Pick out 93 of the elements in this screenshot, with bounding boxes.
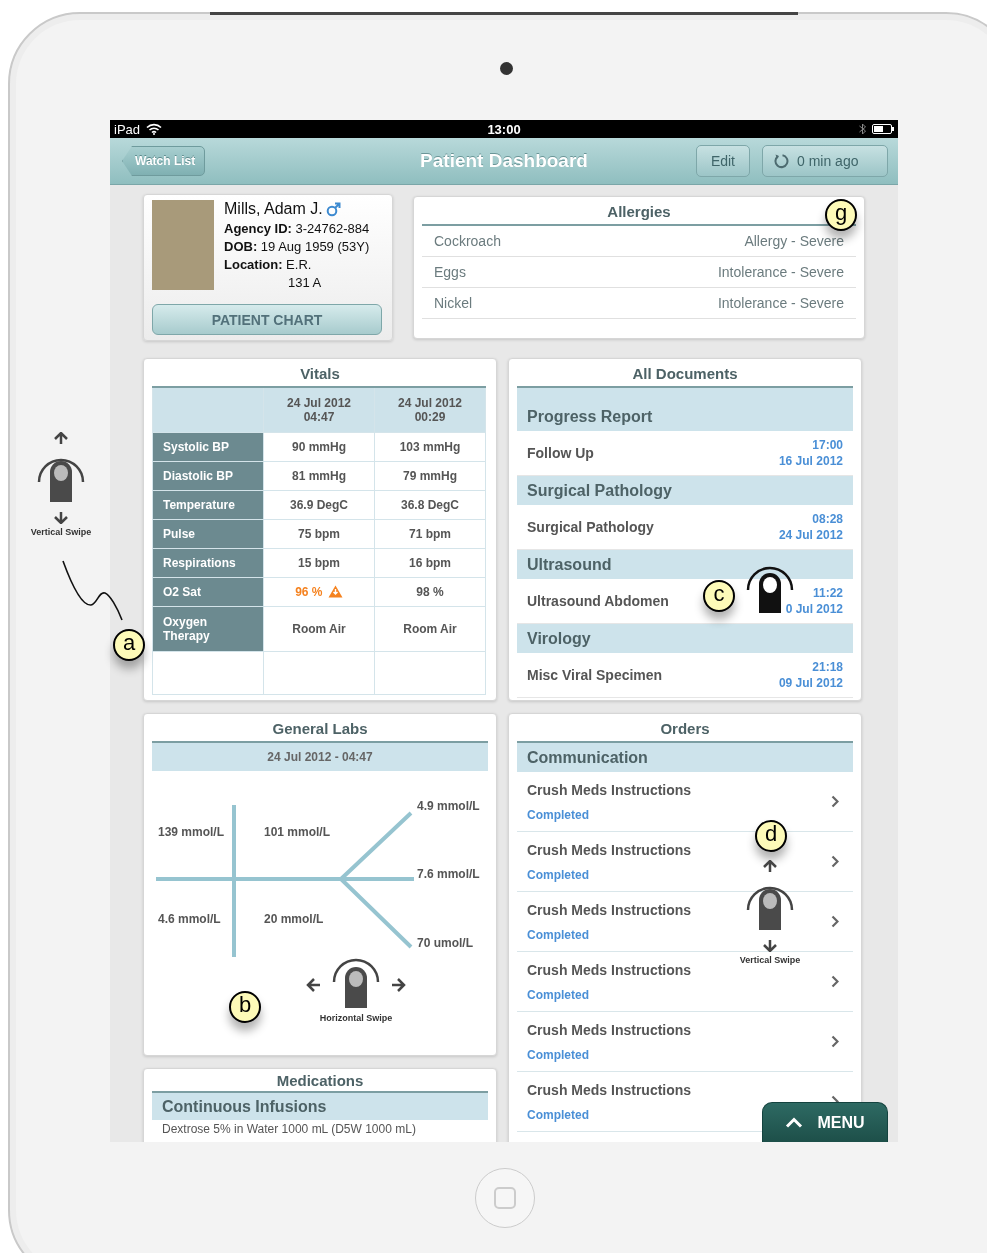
chevron-right-icon[interactable]: [831, 1035, 839, 1048]
allergy-reaction: Allergy - Severe: [744, 233, 844, 249]
row-header: Diastolic BP: [152, 461, 264, 491]
gesture-label: Vertical Swipe: [739, 955, 801, 965]
lab-value: 139 mmol/L: [158, 825, 225, 839]
device-name: iPad: [114, 121, 141, 137]
table-cell: Room Air: [263, 606, 375, 652]
section-header: Surgical Pathology: [517, 476, 853, 505]
order-status: Completed: [527, 1107, 590, 1122]
allergy-reaction: Intolerance - Severe: [717, 264, 844, 280]
order-name[interactable]: Crush Meds Instructions: [527, 901, 692, 918]
lab-value: 7.6 mmol/L: [417, 867, 480, 881]
caret-up-icon: [785, 1117, 804, 1128]
menu-button[interactable]: MENU: [762, 1102, 888, 1142]
chevron-right-icon[interactable]: [831, 855, 839, 868]
table-cell: Room Air: [374, 606, 486, 652]
table-cell: 81 mmHg: [263, 461, 375, 491]
table-cell: 96 %: [263, 577, 375, 607]
lab-value: 20 mmol/L: [264, 912, 324, 926]
lab-date: 24 Jul 2012 - 04:47: [152, 741, 488, 771]
order-status: Completed: [527, 807, 590, 822]
gesture-label: Horizontal Swipe: [319, 1013, 393, 1023]
order-name[interactable]: Crush Meds Instructions: [527, 781, 692, 798]
order-status: Completed: [527, 1047, 590, 1062]
table-cell: 36.9 DegC: [263, 490, 375, 520]
section-header: Communication: [517, 741, 853, 772]
order-name[interactable]: Crush Meds Instructions: [527, 961, 692, 978]
patient-name: Mills, Adam J.: [224, 200, 323, 218]
screen-title: Patient Dashboard: [420, 150, 588, 172]
card-title: Vitals: [300, 364, 340, 384]
document-item[interactable]: Misc Viral Specimen 21:18 09 Jul 2012: [517, 653, 853, 698]
order-status: Completed: [527, 987, 590, 1002]
chevron-right-icon[interactable]: [831, 915, 839, 928]
patient-detail: DOB: 19 Aug 1959 (53Y): [224, 238, 370, 256]
lab-value: 4.9 mmol/L: [417, 799, 480, 813]
column-header: 24 Jul 2012 04:47: [263, 387, 375, 433]
row-header: Pulse: [152, 519, 264, 549]
warning-icon: [327, 585, 343, 598]
camera-dot: [500, 62, 513, 75]
allergy-reaction: Intolerance - Severe: [717, 295, 844, 311]
leader-line: [62, 560, 124, 622]
medication-item[interactable]: Dextrose 5% in Water 1000 mL (D5W 1000 mL): [152, 1120, 488, 1138]
section-header: Ultrasound: [517, 550, 853, 579]
finger-tap-drawing: [745, 566, 795, 614]
allergen: Nickel: [434, 295, 473, 311]
order-name[interactable]: Crush Meds Instructions: [527, 1021, 692, 1038]
patient-detail: Location: E.R.: [224, 256, 313, 274]
status-time: 13:00: [487, 121, 521, 137]
row-header: Respirations: [152, 548, 264, 578]
lab-value: 4.6 mmol/L: [158, 912, 221, 926]
order-name[interactable]: Crush Meds Instructions: [527, 841, 692, 858]
card-title: Allergies: [607, 202, 671, 222]
allergen: Eggs: [434, 264, 466, 280]
column-header: 24 Jul 2012 00:29: [374, 387, 486, 433]
chevron-right-icon[interactable]: [831, 795, 839, 808]
patient-detail: Agency ID: 3-24762-884: [224, 220, 370, 238]
table-cell: 79 mmHg: [374, 461, 486, 491]
table-cell: 98 %: [374, 577, 486, 607]
order-status: Completed: [527, 867, 590, 882]
order-name[interactable]: Crush Meds Instructions: [527, 1081, 692, 1098]
section-header: Progress Report: [517, 388, 853, 431]
table-cell: 16 bpm: [374, 548, 486, 578]
lab-value: 101 mmol/L: [264, 825, 331, 839]
table-cell: 90 mmHg: [263, 432, 375, 462]
row-header: Temperature: [152, 490, 264, 520]
card-title: Medications: [276, 1071, 364, 1091]
battery-icon: [872, 124, 894, 134]
card-title: Orders: [660, 719, 710, 739]
bluetooth-icon: [859, 123, 866, 135]
order-status: Completed: [527, 927, 590, 942]
lab-value: 70 umol/L: [417, 936, 473, 950]
refresh-button[interactable]: 0 min ago: [762, 145, 888, 177]
wifi-icon: [146, 123, 163, 135]
table-cell: 15 bpm: [263, 548, 375, 578]
section-header: Virology: [517, 624, 853, 653]
card-title: All Documents: [632, 364, 738, 384]
edit-button[interactable]: Edit: [695, 145, 750, 177]
allergen: Cockroach: [434, 233, 501, 249]
table-cell: 71 bpm: [374, 519, 486, 549]
row-header: Oxygen Therapy: [152, 606, 264, 652]
table-cell: 36.8 DegC: [374, 490, 486, 520]
patient-chart-button[interactable]: PATIENT CHART: [152, 304, 382, 335]
male-icon: [325, 201, 341, 217]
row-header: Systolic BP: [152, 432, 264, 462]
chevron-right-icon[interactable]: [831, 975, 839, 988]
location-detail: 131 A: [287, 274, 323, 292]
card-title: General Labs: [272, 719, 368, 739]
refresh-icon: [773, 153, 789, 169]
gesture-label: Vertical Swipe: [30, 527, 92, 537]
section-header: Continuous Infusions: [152, 1091, 488, 1120]
row-header: O2 Sat: [152, 577, 264, 607]
table-cell: 103 mmHg: [374, 432, 486, 462]
table-cell: 75 bpm: [263, 519, 375, 549]
